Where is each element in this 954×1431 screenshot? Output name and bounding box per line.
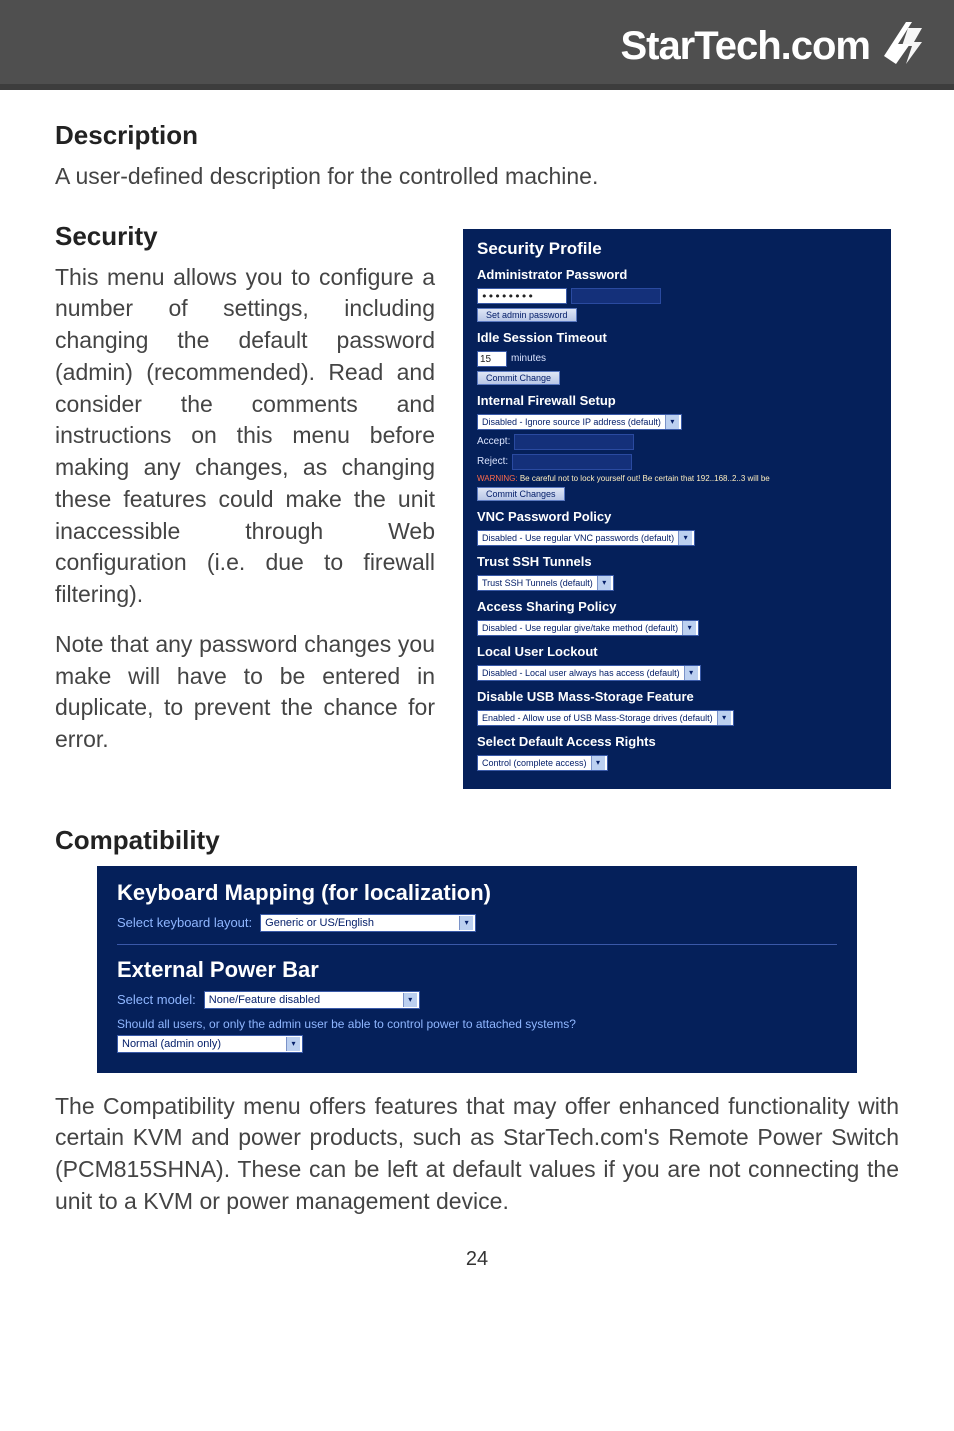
compat-panel-wrap: Keyboard Mapping (for localization) Sele… <box>55 866 899 1073</box>
kbmap-value: Generic or US/English <box>265 917 455 929</box>
compat-panel: Keyboard Mapping (for localization) Sele… <box>97 866 857 1073</box>
security-heading: Security <box>55 221 435 252</box>
kbmap-select[interactable]: Generic or US/English ▾ <box>260 914 476 932</box>
page-number: 24 <box>55 1248 899 1271</box>
idle-heading: Idle Session Timeout <box>477 330 877 345</box>
access-policy-select[interactable]: Disabled - Use regular give/take method … <box>477 620 699 636</box>
description-heading: Description <box>55 120 899 151</box>
top-bar: StarTech.com <box>0 0 954 90</box>
model-label: Select model: <box>117 992 196 1007</box>
idle-unit-label: minutes <box>511 353 546 364</box>
firewall-commit-button[interactable]: Commit Changes <box>477 487 565 501</box>
model-select[interactable]: None/Feature disabled ▾ <box>204 991 420 1009</box>
admin-pw-field-2[interactable] <box>571 288 661 304</box>
extpower-heading: External Power Bar <box>117 957 837 983</box>
power-mode-value: Normal (admin only) <box>122 1038 282 1050</box>
firewall-reject-label: Reject: <box>477 456 508 467</box>
security-panel-wrap: Security Profile Administrator Password … <box>455 221 899 797</box>
page-content: Description A user-defined description f… <box>0 90 954 1311</box>
set-admin-password-button[interactable]: Set admin password <box>477 308 577 322</box>
chevron-down-icon: ▾ <box>286 1037 300 1051</box>
vnc-heading: VNC Password Policy <box>477 509 877 524</box>
admin-pw-heading: Administrator Password <box>477 267 877 282</box>
model-value: None/Feature disabled <box>209 994 399 1006</box>
brand-text: StarTech.com <box>620 24 870 69</box>
security-panel: Security Profile Administrator Password … <box>463 229 891 789</box>
chevron-down-icon: ▾ <box>678 531 692 545</box>
access-heading: Access Sharing Policy <box>477 599 877 614</box>
chevron-down-icon: ▾ <box>597 576 611 590</box>
usb-heading: Disable USB Mass-Storage Feature <box>477 689 877 704</box>
ssh-trust-value: Trust SSH Tunnels (default) <box>482 578 593 588</box>
access-policy-value: Disabled - Use regular give/take method … <box>482 623 678 633</box>
lockout-value: Disabled - Local user always has access … <box>482 668 680 678</box>
vnc-policy-select[interactable]: Disabled - Use regular VNC passwords (de… <box>477 530 695 546</box>
firewall-mode-select[interactable]: Disabled - Ignore source IP address (def… <box>477 414 682 430</box>
kbmap-heading: Keyboard Mapping (for localization) <box>117 880 837 906</box>
compat-body: The Compatibility menu offers features t… <box>55 1091 899 1218</box>
idle-commit-button[interactable]: Commit Change <box>477 371 560 385</box>
security-p1: This menu allows you to configure a numb… <box>55 262 435 611</box>
power-mode-select[interactable]: Normal (admin only) ▾ <box>117 1035 303 1053</box>
description-body: A user-defined description for the contr… <box>55 161 899 193</box>
admin-pw-field-1[interactable]: •••••••• <box>477 288 567 304</box>
divider <box>117 944 837 945</box>
firewall-mode-value: Disabled - Ignore source IP address (def… <box>482 417 661 427</box>
chevron-down-icon: ▾ <box>717 711 731 725</box>
chevron-down-icon: ▾ <box>682 621 696 635</box>
usb-select[interactable]: Enabled - Allow use of USB Mass-Storage … <box>477 710 734 726</box>
security-panel-title: Security Profile <box>477 239 877 259</box>
firewall-warning-text: Be careful not to lock yourself out! Be … <box>518 474 770 483</box>
firewall-accept-label: Accept: <box>477 436 510 447</box>
chevron-down-icon: ▾ <box>591 756 605 770</box>
security-p2: Note that any password changes you make … <box>55 629 435 756</box>
idle-timeout-field[interactable]: 15 <box>477 351 507 367</box>
usb-value: Enabled - Allow use of USB Mass-Storage … <box>482 713 713 723</box>
brand: StarTech.com <box>620 18 924 69</box>
lockout-select[interactable]: Disabled - Local user always has access … <box>477 665 701 681</box>
firewall-heading: Internal Firewall Setup <box>477 393 877 408</box>
firewall-warning-prefix: WARNING: <box>477 474 518 483</box>
kbmap-label: Select keyboard layout: <box>117 915 252 930</box>
lockout-heading: Local User Lockout <box>477 644 877 659</box>
chevron-down-icon: ▾ <box>684 666 698 680</box>
chevron-down-icon: ▾ <box>665 415 679 429</box>
firewall-accept-field[interactable] <box>514 434 634 450</box>
ssh-heading: Trust SSH Tunnels <box>477 554 877 569</box>
rights-heading: Select Default Access Rights <box>477 734 877 749</box>
power-question: Should all users, or only the admin user… <box>117 1017 576 1031</box>
rights-select[interactable]: Control (complete access) ▾ <box>477 755 608 771</box>
rights-value: Control (complete access) <box>482 758 587 768</box>
vnc-policy-value: Disabled - Use regular VNC passwords (de… <box>482 533 674 543</box>
compat-heading: Compatibility <box>55 825 899 856</box>
firewall-warning: WARNING: Be careful not to lock yourself… <box>477 474 770 483</box>
brand-logo-icon <box>878 18 924 69</box>
security-text: Security This menu allows you to configu… <box>55 221 435 797</box>
security-row: Security This menu allows you to configu… <box>55 221 899 797</box>
firewall-reject-field[interactable] <box>512 454 632 470</box>
ssh-trust-select[interactable]: Trust SSH Tunnels (default) ▾ <box>477 575 614 591</box>
chevron-down-icon: ▾ <box>403 993 417 1007</box>
chevron-down-icon: ▾ <box>459 916 473 930</box>
